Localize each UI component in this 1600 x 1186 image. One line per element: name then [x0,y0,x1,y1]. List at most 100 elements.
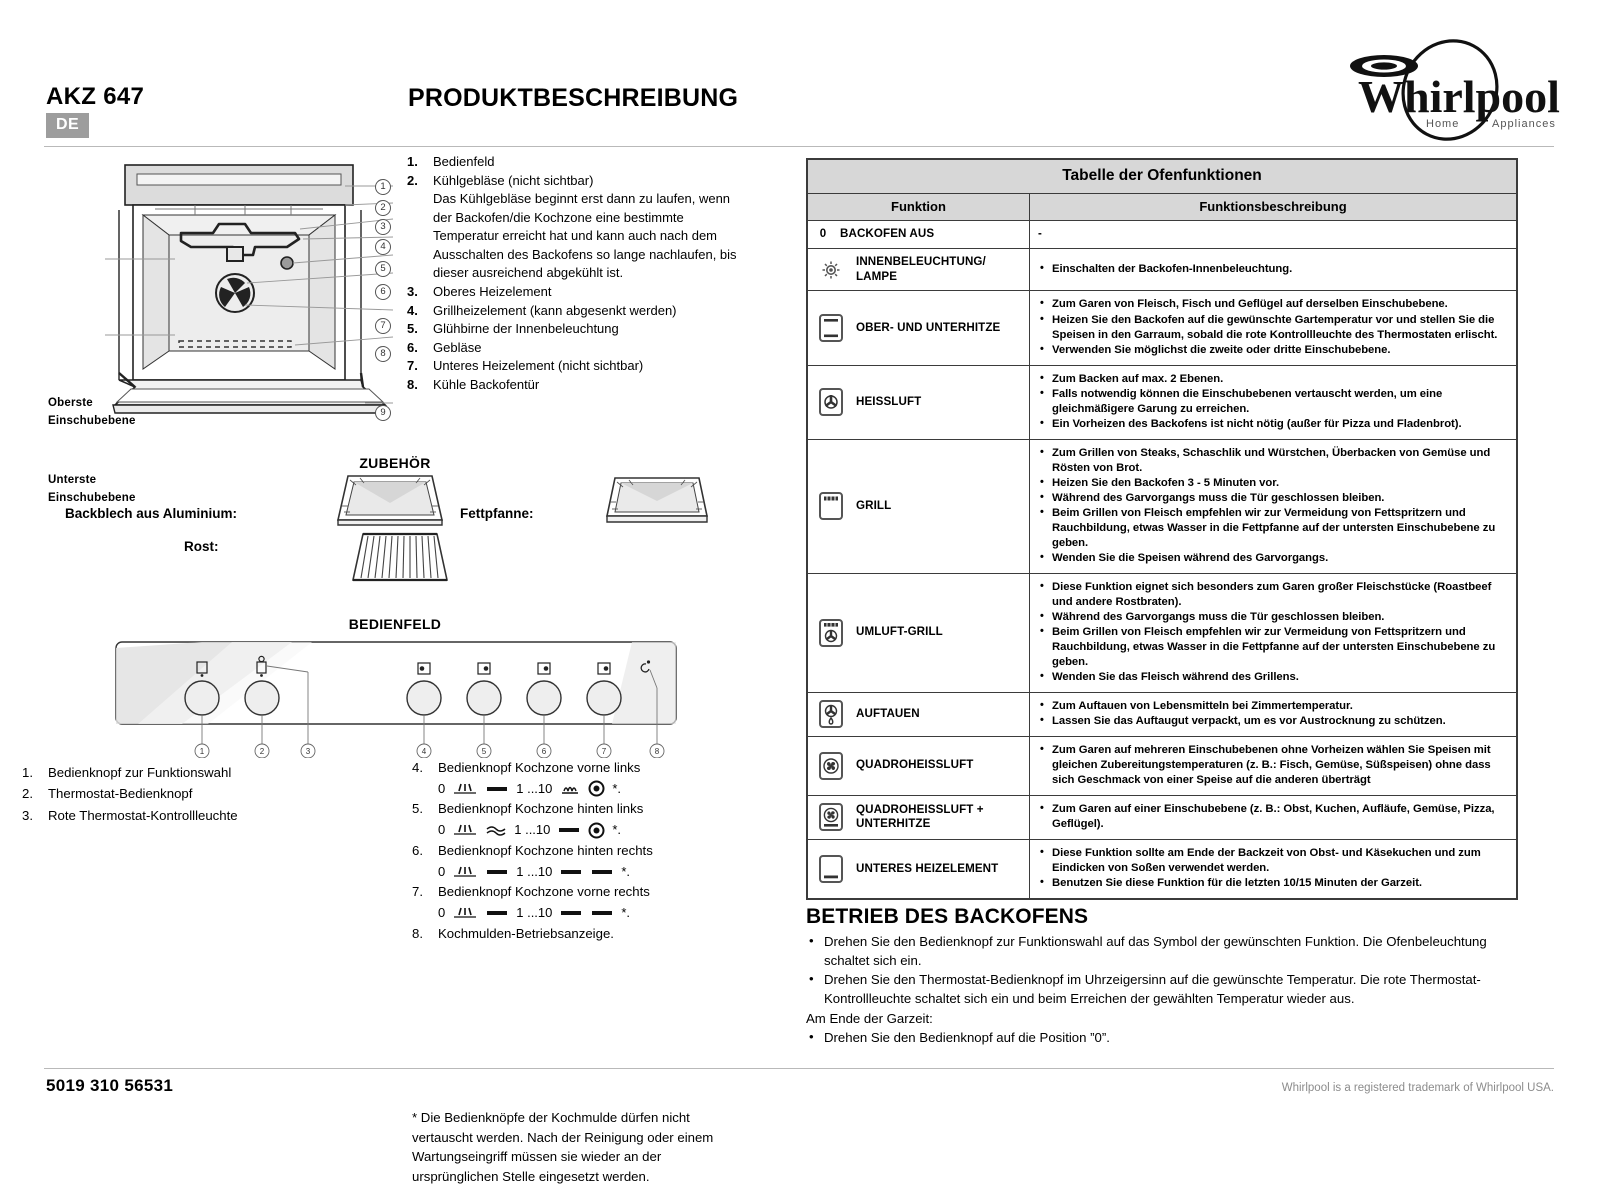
parts-list-number: 1. [407,154,418,169]
callout-1: 1 [375,179,391,195]
svg-text:Appliances: Appliances [1492,118,1556,130]
shelf-label-bottom: Unterste Einschubebene [48,472,136,508]
description-bullet: Zum Grillen von Steaks, Schaschlik und W… [1038,445,1508,476]
function-cell: GRILL [807,438,1030,574]
shelf-label-top: Oberste Einschubebene [48,395,136,431]
callout-6: 6 [375,284,391,300]
control-panel-heading: BEDIENFELD [348,616,442,632]
legend-item: 4. Bedienknopf Kochzone vorne links [412,758,742,778]
operation-body: Drehen Sie den Bedienknopf zur Funktions… [806,931,1521,1047]
svg-text:Home: Home [1426,118,1459,130]
callout-3: 3 [375,219,391,235]
description-bullet: Heizen Sie den Backofen 3 - 5 Minuten vo… [1038,475,1508,491]
legend-number: 8. [412,925,423,941]
symbol-range: 1 ...10 [514,822,551,838]
circle-dot-icon [588,822,605,839]
legend-number: 3. [22,807,33,823]
description-cell: Zum Backen auf max. 2 Ebenen. Falls notw… [1029,364,1517,440]
operation-line: Drehen Sie den Bedienknopf zur Funktions… [806,931,1521,970]
description-bullet: Wenden Sie das Fleisch während des Grill… [1038,669,1508,685]
description-cell: Diese Funktion eignet sich besonders zum… [1029,572,1517,693]
oven-callout-numbers: 1 2 3 4 5 6 7 8 9 [375,150,405,425]
legend-label: Bedienknopf Kochzone vorne rechts [438,884,650,900]
baking-tray-icon [330,470,450,530]
hob-symbol-row-6: 0 1 ...10 *. [438,861,742,882]
symbol-zero: 0 [438,780,446,796]
lamp-icon [816,260,846,280]
callout-4: 4 [375,239,391,255]
callout-7: 7 [375,318,391,334]
circle-dot-icon [588,780,605,797]
description-bullet: Diese Funktion eignet sich besonders zum… [1038,579,1508,610]
function-cell: QUADROHEISSLUFT [807,735,1030,796]
function-name: OBER- UND UNTERHITZE [856,320,1001,334]
single-bar-icon [487,869,508,874]
legend-number: 1. [22,765,33,780]
parts-list-label: Unteres Heizelement (nicht sichtbar) [433,358,644,374]
parts-list-sub-text: Das Kühlgebläse beginnt erst dann zu lau… [433,191,737,281]
description-bullet: Diese Funktion sollte am Ende der Backze… [1038,845,1508,876]
symbol-star: *. [621,905,631,921]
symbol-zero: 0 [438,822,446,838]
table-row: INNENBELEUCHTUNG/ LAMPE Einschalten der … [807,247,1517,292]
svg-text:2: 2 [260,747,265,756]
single-bar-icon [561,911,582,916]
symbol-zero: 0 [438,863,446,879]
hot-air-icon [816,387,846,417]
description-bullet: Wenden Sie die Speisen während des Garvo… [1038,550,1508,566]
quadro-hot-air-bottom-icon [816,802,846,832]
parts-list-item: 4. Grillheizelement (kann abgesenkt werd… [407,302,747,321]
parts-list-item: 2. Kühlgebläse (nicht sichtbar) [407,172,747,191]
description-bullet: Einschalten der Backofen-Innenbeleuchtun… [1038,261,1508,277]
description-bullet: Falls notwendig können die Einschubebene… [1038,386,1508,417]
table-row: QUADROHEISSLUFT Zum Garen auf mehreren E… [807,735,1517,796]
operation-heading: BETRIEB DES BACKOFENS [806,905,1089,928]
function-name: BACKOFEN AUS [840,227,935,240]
single-bar-icon [559,828,580,833]
hob-symbol-row-5: 0 1 ...10 *. [438,820,742,841]
parts-list-label: Oberes Heizelement [433,284,552,300]
table-row: HEISSLUFT Zum Backen auf max. 2 Ebenen. … [807,364,1517,440]
legend-item: 6. Bedienknopf Kochzone hinten rechts [412,841,742,861]
description-cell: Zum Auftauen von Lebensmitteln bei Zimme… [1029,691,1517,737]
symbol-zero: 0 [438,905,446,921]
callout-2: 2 [375,200,391,216]
operation-line: Drehen Sie den Thermostat-Bedienknopf im… [806,969,1521,1008]
symbol-range: 1 ...10 [516,905,553,921]
grill-icon [816,491,846,521]
description-cell: Zum Grillen von Steaks, Schaschlik und W… [1029,438,1517,574]
symbol-star: *. [621,863,631,879]
single-bar-icon [561,869,582,874]
symbol-range: 1 ...10 [516,780,553,796]
svg-text:Whirlpool: Whirlpool [1358,71,1560,122]
single-bar-icon [592,869,613,874]
description-bullet: Beim Grillen von Fleisch empfehlen wir z… [1038,505,1508,551]
column-header-function: Funktion [807,193,1030,221]
legend-label: Rote Thermostat-Kontrollleuchte [48,807,238,823]
parts-list-item: 7. Unteres Heizelement (nicht sichtbar) [407,357,747,376]
shelf-label-bottom-line2: Einschubebene [48,491,136,504]
parts-list-label: Bedienfeld [433,154,495,169]
drip-pan-label: Fettpfanne: [460,506,534,521]
parts-list-label: Gebläse [433,339,482,355]
svg-text:1: 1 [200,747,205,756]
parts-list-item: 3. Oberes Heizelement [407,283,747,302]
shelf-label-top-line2: Einschubebene [48,414,136,427]
legend-label: Bedienknopf Kochzone vorne links [438,760,641,775]
parts-list: 1. Bedienfeld 2. Kühlgebläse (nicht sich… [407,153,747,395]
function-cell: QUADROHEISSLUFT + UNTERHITZE [807,794,1030,840]
whirlpool-logo: Whirlpool Home Appliances [1322,38,1582,143]
wire-rack-label: Rost: [184,539,219,554]
symbol-range: 1 ...10 [516,863,553,879]
legend-label: Bedienknopf Kochzone hinten links [438,801,644,817]
function-cell: HEISSLUFT [807,364,1030,440]
table-row: OBER- UND UNTERHITZE Zum Garen von Fleis… [807,290,1517,366]
svg-text:6: 6 [542,747,547,756]
model-code: AKZ 647 [46,83,145,110]
table-row: QUADROHEISSLUFT + UNTERHITZE Zum Garen a… [807,794,1517,840]
language-badge: DE [46,113,90,138]
svg-text:4: 4 [422,747,427,756]
description-bullet: Während des Garvorgangs muss die Tür ges… [1038,490,1508,506]
oven-functions-table: Tabelle der Ofenfunktionen Funktion Funk… [806,158,1518,900]
function-name: AUFTAUEN [856,706,920,720]
